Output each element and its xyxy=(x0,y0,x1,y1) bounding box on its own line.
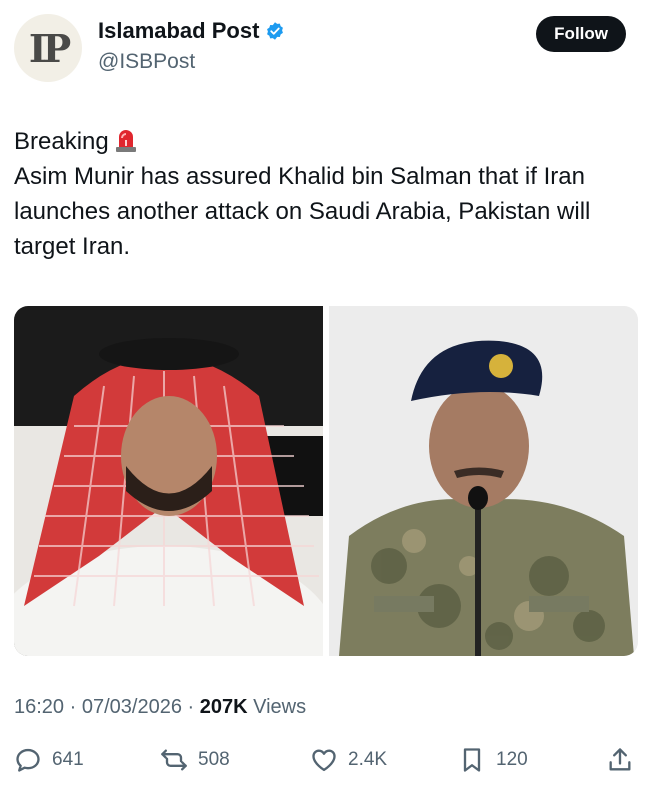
police-siren-icon xyxy=(115,127,137,153)
breaking-label: Breaking xyxy=(14,128,109,155)
bookmark-count: 120 xyxy=(496,749,528,770)
like-count: 2.4K xyxy=(348,749,388,770)
action-bar: 641 508 2.4K 120 xyxy=(14,740,638,780)
tweet-meta: 16:20 · 07/03/2026 · 207K Views xyxy=(14,696,306,719)
tweet-date[interactable]: 07/03/2026 xyxy=(82,696,182,718)
author-block: Islamabad Post @ISBPost xyxy=(98,18,285,74)
like-button[interactable]: 2.4K xyxy=(310,740,387,780)
meta-separator: · xyxy=(187,696,200,718)
photo-asim-munir[interactable] xyxy=(329,306,638,656)
meta-separator: · xyxy=(69,696,82,718)
repost-icon xyxy=(160,746,188,774)
display-name-row: Islamabad Post xyxy=(98,18,285,44)
share-icon xyxy=(606,746,634,774)
bookmark-button[interactable]: 120 xyxy=(458,740,528,780)
share-button[interactable] xyxy=(606,740,634,780)
reply-icon xyxy=(14,746,42,774)
heart-icon xyxy=(310,746,338,774)
verified-badge-icon xyxy=(265,21,285,41)
reply-button[interactable]: 641 xyxy=(14,740,84,780)
media-grid[interactable] xyxy=(14,306,638,656)
tweet-line-breaking: Breaking xyxy=(14,124,634,159)
photo-left-image xyxy=(14,306,323,656)
reply-count: 641 xyxy=(52,749,84,770)
bookmark-icon xyxy=(458,746,486,774)
handle[interactable]: @ISBPost xyxy=(98,50,285,74)
tweet-text: Breaking Asim Munir has assured Khalid b… xyxy=(14,124,634,264)
avatar[interactable]: IP xyxy=(14,14,82,82)
photo-khalid-bin-salman[interactable] xyxy=(14,306,323,656)
views-count: 207K xyxy=(199,696,248,718)
avatar-logo: IP xyxy=(28,25,71,71)
views-label: Views xyxy=(253,696,307,718)
repost-count: 508 xyxy=(198,749,230,770)
tweet-time[interactable]: 16:20 xyxy=(14,696,64,718)
display-name[interactable]: Islamabad Post xyxy=(98,18,259,44)
follow-button[interactable]: Follow xyxy=(536,16,626,52)
photo-right-image xyxy=(329,306,638,656)
tweet-header: IP Islamabad Post @ISBPost Follow xyxy=(14,14,638,84)
repost-button[interactable]: 508 xyxy=(160,740,230,780)
tweet-body: Asim Munir has assured Khalid bin Salman… xyxy=(14,163,591,260)
